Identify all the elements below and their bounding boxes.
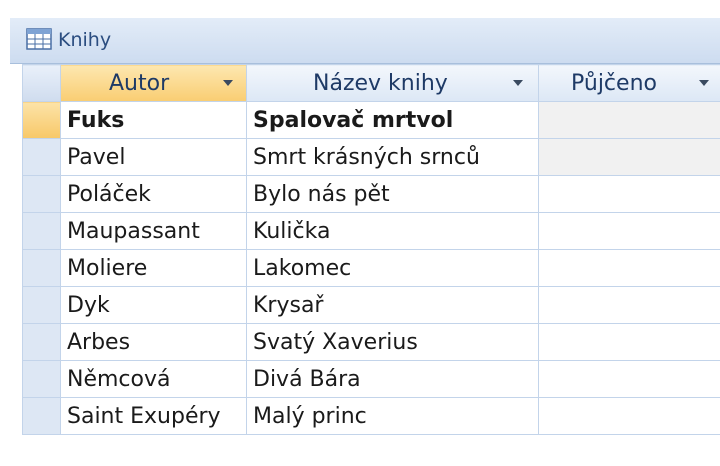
record-selector[interactable] [22, 360, 61, 398]
sort-filter-dropdown-icon[interactable] [223, 80, 233, 86]
table-row: Němcová Divá Bára 5 [22, 360, 720, 398]
cell-autor[interactable]: Pavel [60, 138, 247, 176]
cell-pujceno[interactable]: 3 [538, 323, 720, 361]
table-row: Dyk Krysař 2 [22, 286, 720, 324]
table-row: Arbes Svatý Xaverius 3 [22, 323, 720, 361]
cell-nazev[interactable]: Krysař [246, 286, 539, 324]
cell-nazev[interactable]: Svatý Xaverius [246, 323, 539, 361]
record-selector[interactable] [22, 286, 61, 324]
cell-pujceno[interactable]: 2 [538, 212, 720, 250]
record-selector[interactable] [22, 323, 61, 361]
cell-nazev[interactable]: Divá Bára [246, 360, 539, 398]
tab-title: Knihy [58, 29, 112, 51]
cell-pujceno[interactable]: 5 [538, 360, 720, 398]
document-tab[interactable]: Knihy [10, 18, 720, 64]
cell-autor[interactable]: Saint Exupéry [60, 397, 247, 435]
cell-pujceno[interactable] [538, 175, 720, 213]
cell-autor[interactable]: Arbes [60, 323, 247, 361]
table-icon [26, 28, 52, 50]
record-selector[interactable] [22, 397, 61, 435]
column-header-label: Autor [109, 71, 170, 96]
column-header-label: Půjčeno [571, 71, 657, 96]
table-row: Pavel Smrt krásných srnců [22, 138, 720, 176]
column-header-nazev[interactable]: Název knihy [246, 64, 539, 102]
sort-filter-dropdown-icon[interactable] [513, 80, 523, 86]
table-row: Fuks Spalovač mrtvol [22, 101, 720, 139]
cell-nazev[interactable]: Bylo nás pět [246, 175, 539, 213]
table-row: Poláček Bylo nás pět [22, 175, 720, 213]
cell-autor[interactable]: Poláček [60, 175, 247, 213]
table-row: Saint Exupéry Malý princ 7 [22, 397, 720, 435]
cell-nazev[interactable]: Lakomec [246, 249, 539, 287]
cell-autor[interactable]: Fuks [60, 101, 247, 139]
datasheet-grid: Autor Název knihy Půjčeno Fuks Spalovač … [22, 64, 720, 435]
table-row: Moliere Lakomec 2 [22, 249, 720, 287]
record-selector[interactable] [22, 138, 61, 176]
record-selector[interactable] [22, 249, 61, 287]
header-row: Autor Název knihy Půjčeno [22, 64, 720, 102]
cell-pujceno[interactable] [538, 138, 720, 176]
table-row: Maupassant Kulička 2 [22, 212, 720, 250]
record-selector[interactable] [22, 175, 61, 213]
cell-pujceno[interactable]: 2 [538, 286, 720, 324]
cell-autor[interactable]: Němcová [60, 360, 247, 398]
column-header-pujceno[interactable]: Půjčeno [538, 64, 720, 102]
cell-pujceno[interactable]: 2 [538, 249, 720, 287]
cell-pujceno[interactable]: 7 [538, 397, 720, 435]
datasheet-window: Knihy Autor Název knihy Půjčeno Fuks Spa… [10, 0, 720, 466]
sort-filter-dropdown-icon[interactable] [699, 80, 709, 86]
select-all-corner[interactable] [22, 64, 61, 102]
column-header-label: Název knihy [313, 71, 448, 96]
record-selector[interactable] [22, 212, 61, 250]
cell-pujceno[interactable] [538, 101, 720, 139]
cell-autor[interactable]: Maupassant [60, 212, 247, 250]
cell-nazev[interactable]: Kulička [246, 212, 539, 250]
record-selector[interactable] [22, 101, 61, 139]
cell-nazev[interactable]: Spalovač mrtvol [246, 101, 539, 139]
cell-autor[interactable]: Moliere [60, 249, 247, 287]
column-header-autor[interactable]: Autor [60, 64, 247, 102]
cell-nazev[interactable]: Smrt krásných srnců [246, 138, 539, 176]
cell-nazev[interactable]: Malý princ [246, 397, 539, 435]
cell-autor[interactable]: Dyk [60, 286, 247, 324]
